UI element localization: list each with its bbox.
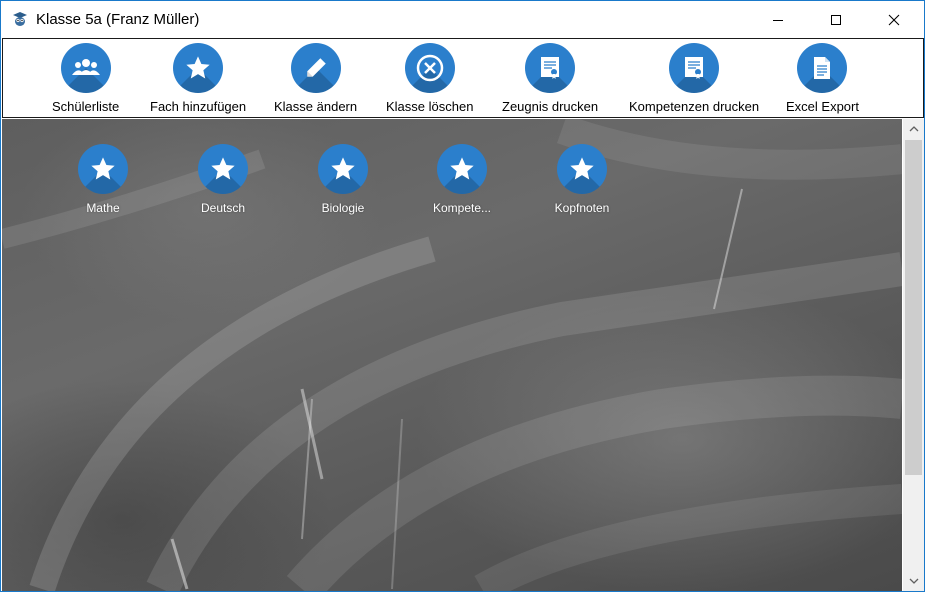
zeugnis-drucken-icon-circle [525, 43, 576, 93]
vertical-scrollbar[interactable] [903, 119, 924, 591]
maximize-icon [831, 14, 841, 25]
schuelerliste-button[interactable]: Schülerliste [52, 43, 119, 114]
kompetenzen-drucken-button[interactable]: Kompetenzen drucken [629, 43, 759, 114]
subject-deutsch-icon-circle [198, 144, 248, 194]
subject-mathe-icon-circle [78, 144, 128, 194]
subject-kopfnoten[interactable]: Kopfnoten [537, 144, 627, 215]
scroll-thumb[interactable] [905, 140, 922, 475]
subject-label: Mathe [86, 201, 120, 215]
close-button[interactable] [865, 1, 923, 38]
klasse-loeschen-label: Klasse löschen [386, 99, 474, 114]
chevron-up-icon [909, 126, 918, 132]
subject-mathe[interactable]: Mathe [58, 144, 148, 215]
subject-kompetenzen[interactable]: Kompete... [417, 144, 507, 215]
excel-export-button[interactable]: Excel Export [786, 43, 859, 114]
main-window: Klasse 5a (Franz Müller) Schülerliste Fa… [0, 0, 925, 592]
fach-hinzufuegen-label: Fach hinzufügen [150, 99, 247, 114]
subject-label: Biologie [321, 201, 365, 215]
star-icon [91, 157, 115, 180]
zeugnis-drucken-button[interactable]: Zeugnis drucken [502, 43, 598, 114]
minimize-button[interactable] [749, 1, 807, 38]
excel-export-label: Excel Export [786, 99, 859, 114]
users-icon [71, 59, 100, 75]
subject-panel: Mathe Deutsch Biologie Kompete... Kopfno… [2, 119, 902, 591]
toolbar: Schülerliste Fach hinzufügen Klasse ände… [2, 38, 924, 118]
fach-hinzufuegen-button[interactable]: Fach hinzufügen [150, 43, 246, 114]
klasse-aendern-label: Klasse ändern [274, 99, 358, 114]
star-icon [211, 157, 235, 180]
subject-deutsch[interactable]: Deutsch [178, 144, 268, 215]
star-icon [570, 157, 594, 180]
maximize-button[interactable] [807, 1, 865, 38]
kompetenzen-drucken-icon-circle [669, 43, 720, 93]
certificate-icon [685, 57, 704, 79]
star-icon [450, 157, 474, 180]
scroll-up-button[interactable] [903, 119, 924, 139]
zeugnis-drucken-label: Zeugnis drucken [502, 99, 599, 114]
excel-export-icon-circle [797, 43, 848, 93]
subject-kopfnoten-icon-circle [557, 144, 607, 194]
schuelerliste-icon-circle [60, 43, 111, 93]
scroll-down-button[interactable] [903, 571, 924, 591]
subject-label: Deutsch [200, 201, 246, 215]
subject-kompetenzen-icon-circle [437, 144, 487, 194]
subject-biologie[interactable]: Biologie [298, 144, 388, 215]
minimize-icon [773, 19, 783, 21]
fach-hinzufuegen-icon-circle [173, 43, 224, 93]
kompetenzen-drucken-label: Kompetenzen drucken [629, 99, 760, 114]
schuelerliste-label: Schülerliste [52, 99, 120, 114]
document-icon [814, 57, 831, 79]
star-icon [331, 157, 355, 180]
title-bar[interactable]: Klasse 5a (Franz Müller) [1, 1, 924, 38]
subject-biologie-icon-circle [318, 144, 368, 194]
certificate-icon [541, 57, 560, 79]
star-icon [186, 56, 210, 79]
window-title: Klasse 5a (Franz Müller) [36, 11, 200, 28]
subject-label: Kopfnoten [554, 201, 610, 215]
klasse-aendern-button[interactable]: Klasse ändern [274, 43, 357, 114]
close-icon [888, 14, 900, 25]
subject-label: Kompete... [432, 201, 492, 215]
klasse-loeschen-button[interactable]: Klasse löschen [386, 43, 473, 114]
klasse-loeschen-icon-circle [404, 43, 455, 93]
klasse-aendern-icon-circle [290, 43, 341, 93]
chevron-down-icon [909, 578, 918, 584]
owl-graduation-icon [13, 12, 27, 26]
pencil-icon [306, 58, 326, 77]
delete-circle-icon [416, 54, 443, 82]
